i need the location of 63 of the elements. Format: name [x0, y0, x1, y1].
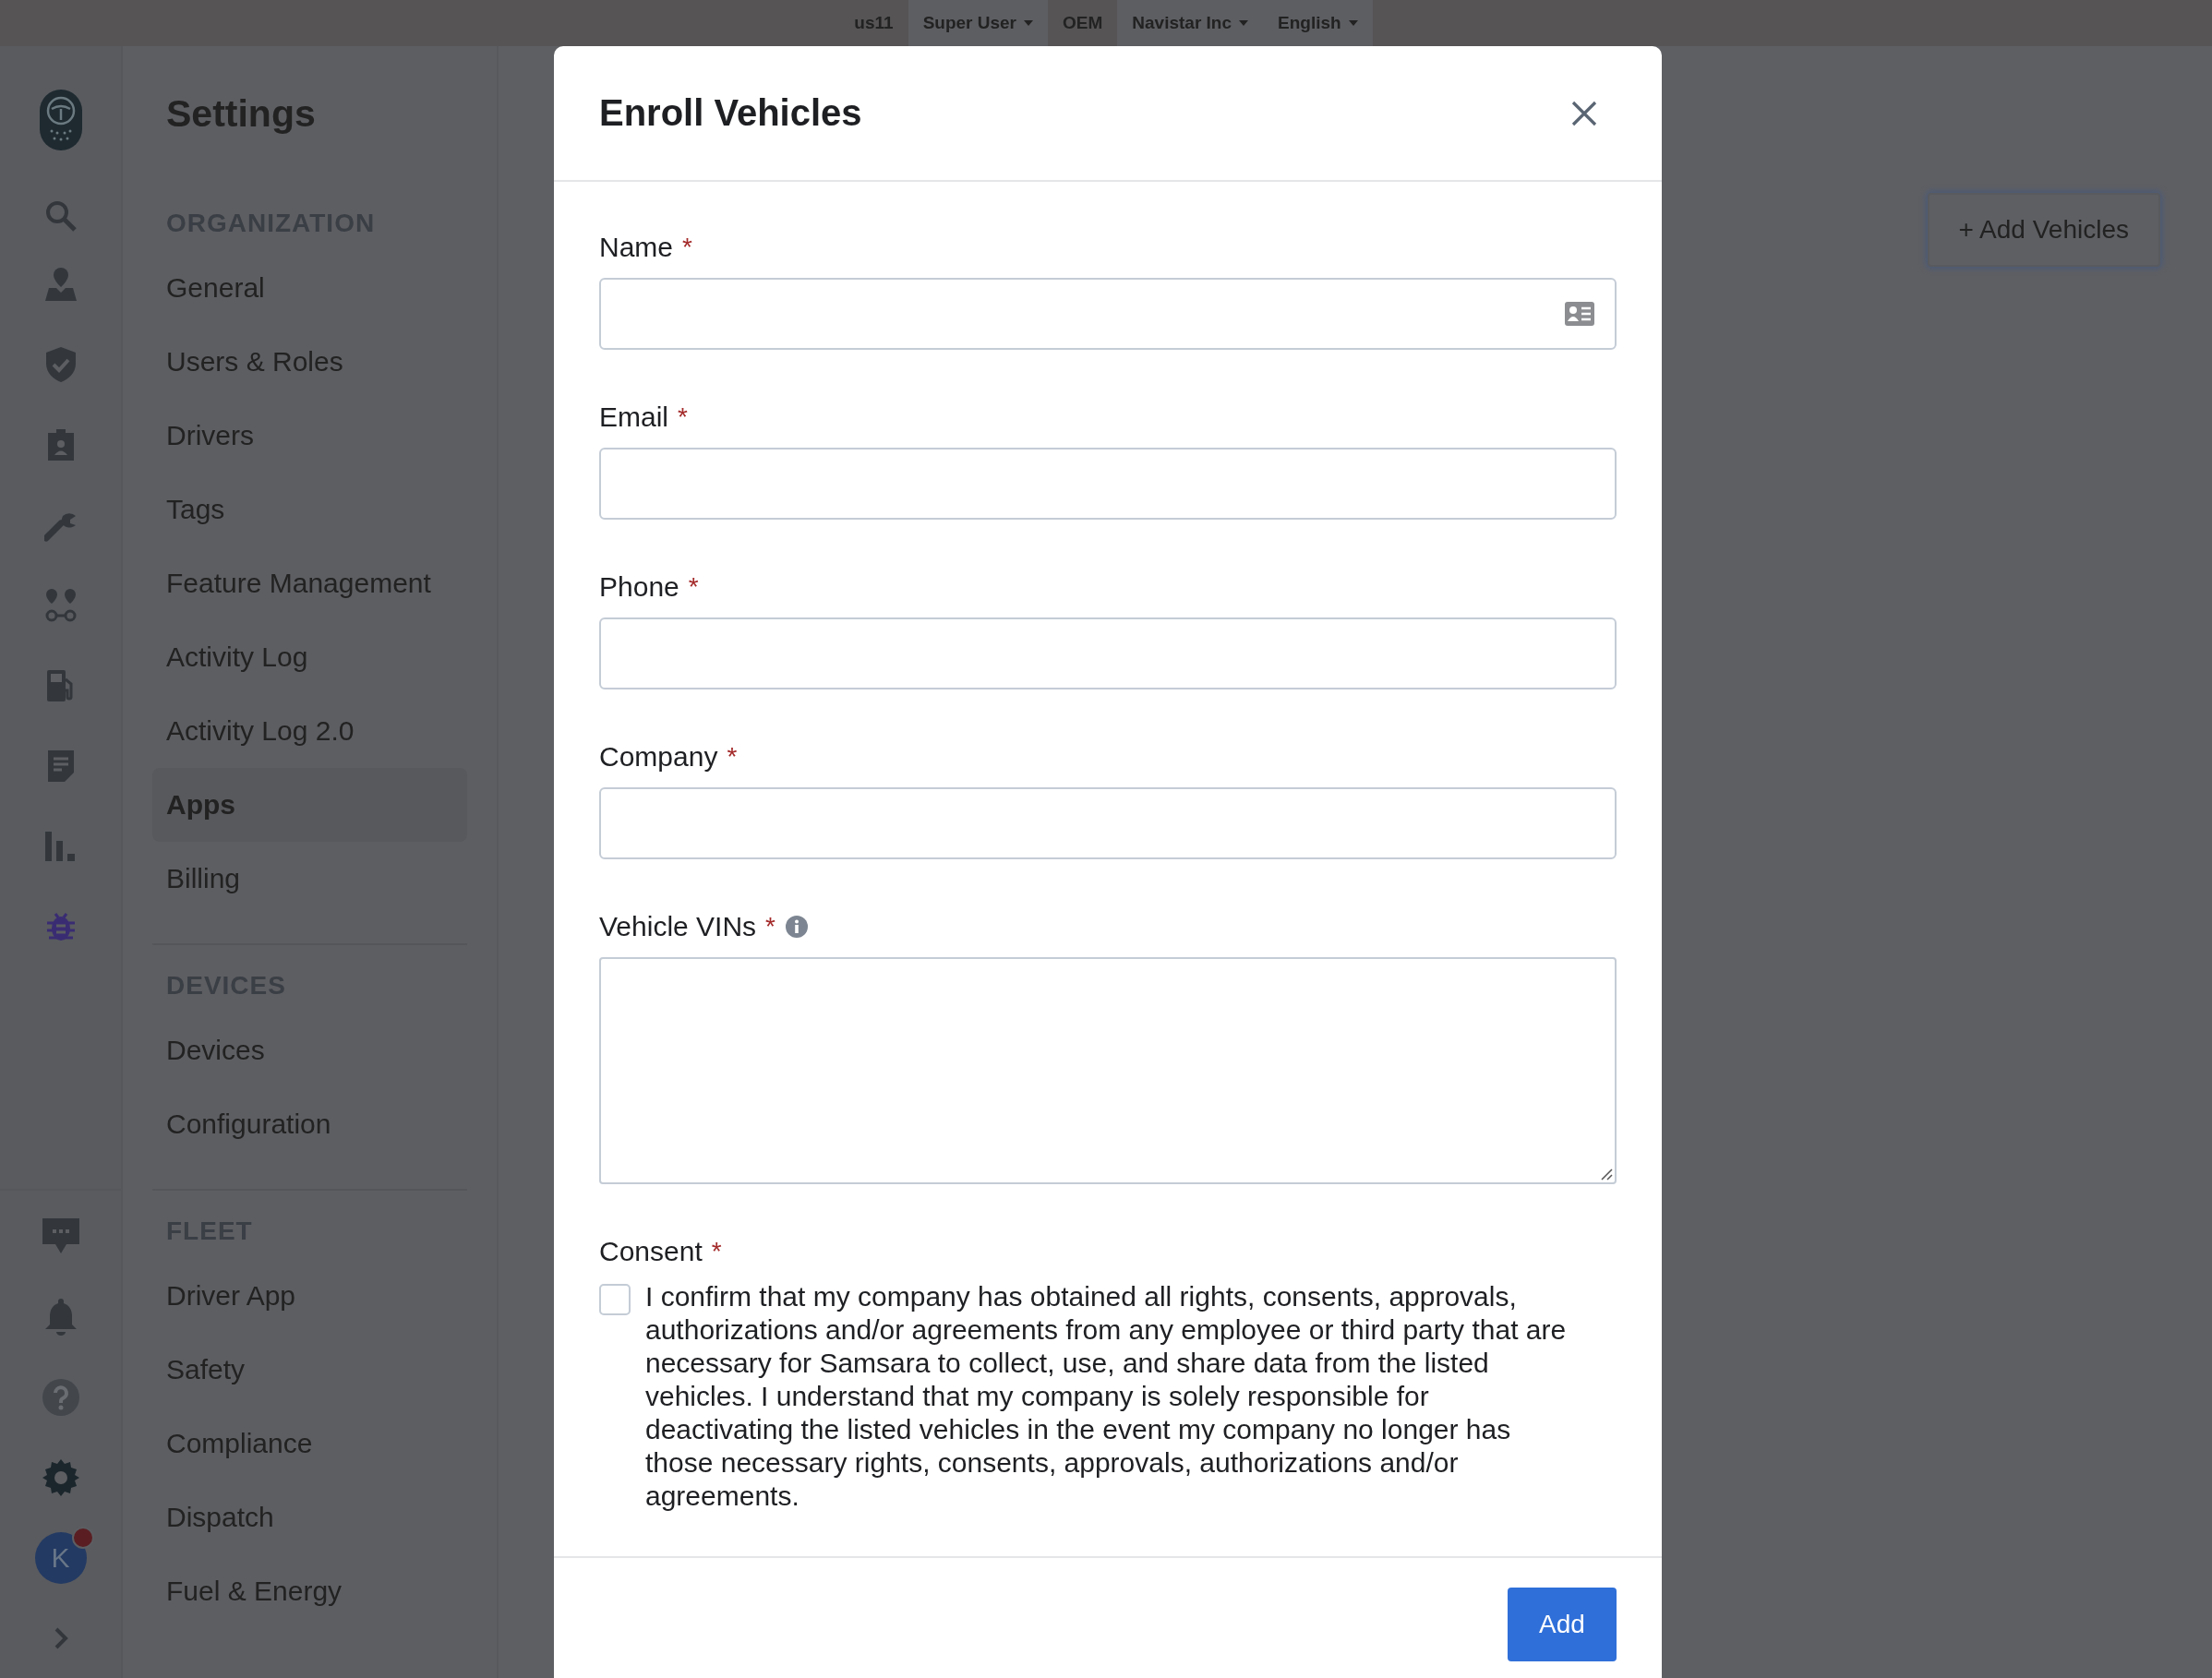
caret-icon	[1348, 20, 1358, 26]
sidebar-item[interactable]: General	[152, 251, 467, 325]
field-label: Email	[599, 402, 668, 433]
chat-icon[interactable]	[42, 1217, 79, 1255]
sidebar-item[interactable]: Compliance	[152, 1407, 467, 1480]
text-field[interactable]	[599, 617, 1617, 689]
top-bar-menu[interactable]: Super User	[908, 0, 1048, 46]
add-button[interactable]: Add	[1508, 1588, 1617, 1661]
top-bar-menu[interactable]: Navistar Inc	[1117, 0, 1263, 46]
field-label: Name	[599, 232, 674, 263]
text-field[interactable]	[599, 448, 1617, 520]
sidebar-item[interactable]: Safety	[152, 1333, 467, 1407]
settings-icon[interactable]	[42, 1458, 79, 1496]
sidebar-item[interactable]: Drivers	[152, 399, 467, 473]
required-asterisk: *	[711, 1237, 722, 1266]
shield-check-icon[interactable]	[45, 346, 76, 382]
bar-chart-icon[interactable]	[44, 831, 77, 861]
sidebar-title: Settings	[165, 92, 317, 137]
text-field[interactable]	[599, 278, 1617, 350]
sidebar-item[interactable]: Users & Roles	[152, 325, 467, 399]
id-badge-icon[interactable]	[47, 428, 74, 461]
fuel-pump-icon[interactable]	[46, 669, 75, 701]
document-icon[interactable]	[47, 749, 74, 782]
sidebar-item[interactable]: Devices	[152, 1013, 467, 1087]
sidebar-item[interactable]: Driver App	[152, 1259, 467, 1333]
top-bar-menu[interactable]: English	[1263, 0, 1373, 46]
field-label: Company	[599, 741, 718, 773]
sidebar-item[interactable]: Feature Management	[152, 546, 467, 620]
required-asterisk: *	[765, 912, 775, 941]
required-asterisk: *	[682, 233, 692, 262]
info-icon[interactable]	[785, 915, 809, 939]
text-field[interactable]	[599, 787, 1617, 859]
field-label: Consent	[599, 1236, 703, 1267]
sidebar-item[interactable]: Tags	[152, 473, 467, 546]
bug-icon[interactable]	[46, 911, 75, 941]
sidebar-item[interactable]: Configuration	[152, 1087, 467, 1161]
contact-card-icon[interactable]	[1565, 302, 1594, 326]
required-asterisk: *	[727, 742, 738, 772]
sidebar-item[interactable]: Activity Log 2.0	[152, 694, 467, 768]
add-vehicles-button[interactable]: + Add Vehicles	[1927, 193, 2160, 267]
resize-grip-icon[interactable]	[1600, 1168, 1613, 1181]
bell-icon[interactable]	[44, 1298, 77, 1336]
caret-icon	[1024, 20, 1033, 26]
help-icon[interactable]	[42, 1378, 79, 1416]
close-icon[interactable]	[1571, 100, 1597, 126]
sidebar-item[interactable]: Apps	[152, 768, 467, 842]
field-label: Vehicle VINs	[599, 911, 757, 942]
required-asterisk: *	[678, 402, 688, 432]
modal-title: Enroll Vehicles	[599, 92, 862, 134]
consent-checkbox[interactable]	[599, 1284, 631, 1315]
route-icon[interactable]	[43, 588, 78, 622]
required-asterisk: *	[688, 572, 699, 602]
sidebar-item[interactable]: Dispatch	[152, 1480, 467, 1554]
consent-text: I confirm that my company has obtained all rights, consents, approvals, authorizations and/or agreements from any employee or third party that are necessary for Samsara to collect, use, and share data from the listed vehicles. I understand that my company is solely responsible for deactivating the listed vehicles in the event my company no longer has those necessary rights, consents, approvals, authorizations and/or agreements.	[645, 1280, 1568, 1513]
field-label: Phone	[599, 571, 679, 603]
sidebar-item[interactable]: Fuel & Energy	[152, 1554, 467, 1628]
sidebar-item[interactable]: Billing	[152, 842, 467, 916]
map-pin-icon[interactable]	[44, 267, 77, 301]
caret-icon	[1239, 20, 1248, 26]
user-avatar[interactable]: K	[34, 1531, 87, 1584]
search-icon[interactable]	[43, 199, 78, 233]
chevron-right-icon[interactable]	[53, 1625, 68, 1650]
sidebar-item[interactable]: Activity Log	[152, 620, 467, 694]
